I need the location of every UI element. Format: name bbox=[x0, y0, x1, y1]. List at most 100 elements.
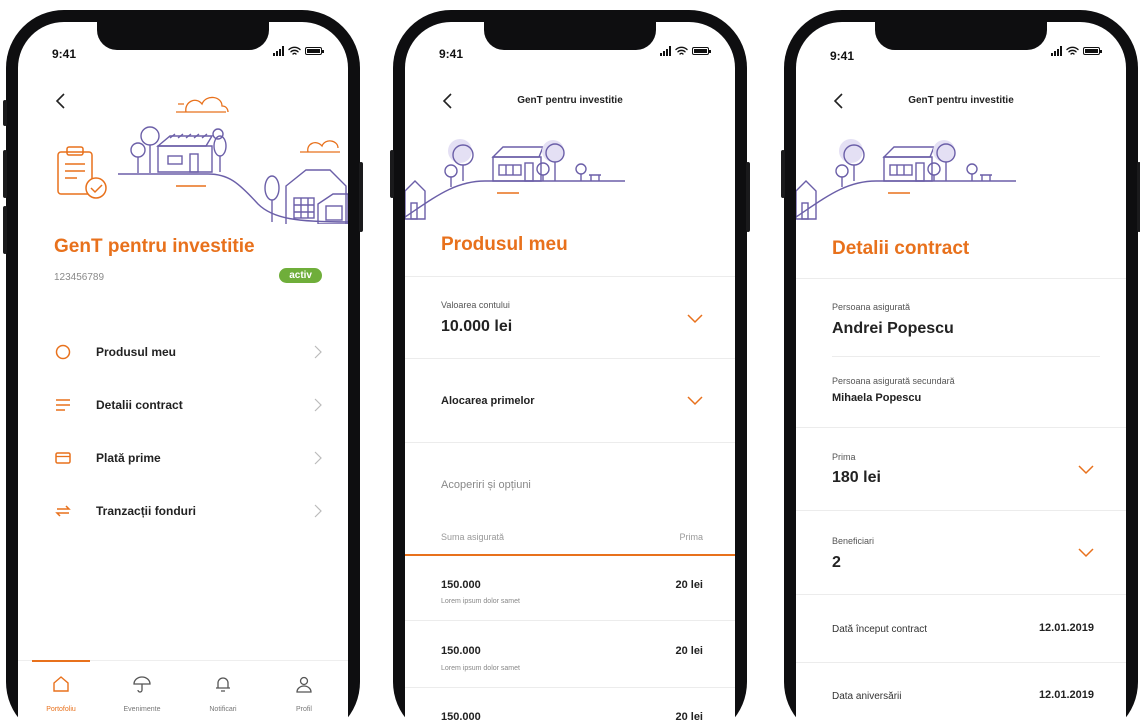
account-value: 10.000 lei bbox=[441, 318, 513, 335]
status-badge: activ bbox=[279, 268, 322, 283]
anniversary-value: 12.01.2019 bbox=[1038, 689, 1094, 701]
status-icons bbox=[273, 46, 324, 56]
column-header-premium: Prima bbox=[679, 532, 703, 542]
chevron-down-icon bbox=[1078, 465, 1094, 475]
insured-person-label: Persoana asigurată bbox=[832, 302, 911, 312]
hero-illustration bbox=[796, 139, 1016, 220]
village-scene bbox=[118, 126, 348, 224]
screen-title: Produsul meu bbox=[441, 234, 568, 255]
beneficiaries-value: 2 bbox=[832, 554, 841, 571]
umbrella-icon bbox=[133, 676, 151, 693]
chevron-right-icon bbox=[314, 398, 322, 412]
screen-portfolio-product: 9:41 GenT pentru investitie 123456789 ac… bbox=[18, 22, 348, 727]
power-button bbox=[746, 162, 750, 232]
tab-portofoliu[interactable]: Portofoliu bbox=[26, 675, 96, 716]
signal-icon bbox=[660, 46, 671, 56]
bottom-tab-bar: Portofoliu Evenimente Notificari Profil bbox=[18, 660, 348, 727]
divider bbox=[796, 427, 1126, 428]
menu-item-produsul-meu[interactable]: Produsul meu bbox=[54, 337, 322, 367]
status-icons bbox=[1051, 46, 1102, 56]
tab-profil[interactable]: Profil bbox=[269, 675, 339, 716]
tab-evenimente[interactable]: Evenimente bbox=[107, 675, 177, 716]
coverage-heading: Acoperiri și opțiuni bbox=[441, 479, 531, 491]
clipboard-check-icon bbox=[57, 146, 107, 199]
list-icon bbox=[56, 399, 70, 411]
coverage-description: Lorem ipsum dolor samet bbox=[441, 665, 520, 672]
contract-start-label: Dată început contract bbox=[832, 624, 928, 635]
volume-up-button bbox=[781, 150, 785, 198]
wifi-icon bbox=[288, 46, 301, 55]
volume-up-button bbox=[3, 150, 7, 198]
hero-illustration bbox=[405, 139, 625, 220]
divider bbox=[796, 662, 1126, 663]
status-time: 9:41 bbox=[52, 47, 77, 61]
power-button bbox=[359, 162, 363, 232]
user-icon bbox=[296, 676, 312, 693]
divider bbox=[405, 442, 735, 443]
battery-icon bbox=[305, 47, 324, 55]
account-value-label: Valoarea contului bbox=[441, 300, 510, 310]
village-scene bbox=[405, 139, 625, 220]
screen-title: Detalii contract bbox=[832, 238, 970, 259]
coverage-premium: 20 lei bbox=[675, 711, 703, 723]
hero-illustration bbox=[57, 96, 348, 224]
active-tab-indicator bbox=[32, 660, 90, 662]
status-icons bbox=[660, 46, 711, 56]
divider bbox=[405, 358, 735, 359]
menu-item-tranzactii-fonduri[interactable]: Tranzacții fonduri bbox=[54, 496, 322, 526]
divider bbox=[832, 356, 1100, 357]
wifi-icon bbox=[1066, 46, 1079, 55]
chevron-right-icon bbox=[314, 345, 322, 359]
menu-item-plata-prime[interactable]: Plată prime bbox=[54, 443, 322, 473]
table-header-underline bbox=[405, 554, 735, 556]
phone-frame-product: 9:41 GenT pentru investitie Produsul meu… bbox=[390, 10, 750, 727]
beneficiaries-label: Beneficiari bbox=[832, 536, 875, 546]
tab-label: Portofoliu bbox=[46, 706, 76, 713]
chevron-down-icon bbox=[1078, 548, 1094, 558]
tab-notificari[interactable]: Notificari bbox=[188, 675, 258, 716]
bell-icon bbox=[216, 677, 230, 692]
notch bbox=[484, 22, 656, 50]
coverage-amount: 150.000 bbox=[441, 579, 481, 591]
premium-value: 180 lei bbox=[832, 469, 881, 486]
product-title: GenT pentru investitie bbox=[54, 236, 255, 257]
contract-start-value: 12.01.2019 bbox=[1038, 622, 1094, 634]
home-icon bbox=[53, 676, 69, 692]
chevron-down-icon bbox=[687, 396, 703, 406]
tab-label: Notificari bbox=[209, 706, 237, 713]
insured-person-name: Andrei Popescu bbox=[832, 320, 954, 337]
tab-label: Profil bbox=[296, 706, 312, 713]
anniversary-label: Data aniversării bbox=[832, 691, 902, 702]
village-scene bbox=[796, 139, 1016, 220]
menu-item-detalii-contract[interactable]: Detalii contract bbox=[54, 390, 322, 420]
phone-frame-portfolio: 9:41 GenT pentru investitie 123456789 ac… bbox=[3, 10, 363, 727]
divider bbox=[796, 510, 1126, 511]
chevron-down-icon bbox=[687, 314, 703, 324]
divider bbox=[405, 687, 735, 688]
divider bbox=[796, 278, 1126, 279]
divider bbox=[405, 620, 735, 621]
status-time: 9:41 bbox=[439, 47, 464, 61]
volume-down-button bbox=[3, 206, 7, 254]
coverage-amount: 150.000 bbox=[441, 645, 481, 657]
menu-item-label: Plată prime bbox=[96, 451, 161, 465]
policy-number: 123456789 bbox=[54, 272, 105, 283]
chevron-right-icon bbox=[314, 504, 322, 518]
menu-item-label: Detalii contract bbox=[96, 398, 183, 412]
circle-icon bbox=[55, 344, 71, 360]
coverage-description: Lorem ipsum dolor samet bbox=[441, 598, 520, 605]
card-icon bbox=[55, 452, 71, 464]
nav-title: GenT pentru investitie bbox=[908, 95, 1014, 106]
volume-up-button bbox=[390, 150, 394, 198]
transfer-icon bbox=[55, 505, 71, 517]
battery-icon bbox=[1083, 47, 1102, 55]
mute-switch bbox=[3, 100, 7, 126]
coverage-premium: 20 lei bbox=[675, 579, 703, 591]
notch bbox=[97, 22, 269, 50]
secondary-insured-name: Mihaela Popescu bbox=[832, 392, 922, 404]
coverage-amount: 150.000 bbox=[441, 711, 481, 723]
nav-title: GenT pentru investitie bbox=[517, 95, 623, 106]
premium-label: Prima bbox=[832, 452, 856, 462]
battery-icon bbox=[692, 47, 711, 55]
screen-contract-details: 9:41 GenT pentru investitie Detalii cont… bbox=[796, 22, 1126, 727]
